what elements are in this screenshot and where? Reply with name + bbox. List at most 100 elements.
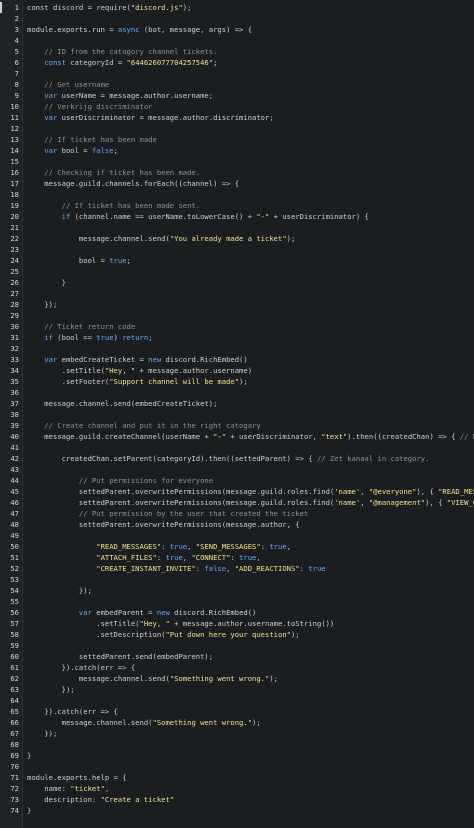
code-line[interactable]: "ATTACH_FILES": true, "CONNECT": true, [27, 552, 474, 563]
code-line[interactable] [27, 68, 474, 79]
code-line[interactable]: // Create channel and put it in the righ… [27, 420, 474, 431]
code-line[interactable] [27, 288, 474, 299]
code-line[interactable] [27, 409, 474, 420]
code-line[interactable]: const discord = require("discord.js"); [27, 2, 474, 13]
line-number: 19 [10, 201, 19, 210]
line-number: 29 [10, 311, 19, 320]
code-token: // Zet kanaal in category. [316, 454, 430, 463]
code-line[interactable] [27, 310, 474, 321]
code-line[interactable] [27, 266, 474, 277]
code-line[interactable] [27, 695, 474, 706]
code-line[interactable]: }); [27, 585, 474, 596]
code-token: message.channel.send( [27, 234, 170, 243]
line-number: 17 [10, 179, 19, 188]
code-line[interactable]: }).catch(err => { [27, 706, 474, 717]
code-line[interactable]: }); [27, 684, 474, 695]
line-number: 56 [10, 608, 19, 617]
code-line[interactable]: name: "ticket", [27, 783, 474, 794]
code-line[interactable]: const categoryId = "644626077704257546"; [27, 57, 474, 68]
code-line[interactable] [27, 13, 474, 24]
code-line[interactable] [27, 222, 474, 233]
code-editor[interactable]: 1 2 3 4 5 6 7 8 9 10 11 12 13 14 15 16 17 18 19 20 21 22 23 24 2… [0, 0, 474, 828]
code-line[interactable]: // Get username [27, 79, 474, 90]
code-line[interactable]: if (channel.name == userName.toLowerCase… [27, 211, 474, 222]
code-line[interactable]: }).catch(err => { [27, 662, 474, 673]
code-line[interactable]: if (bool == true) return; [27, 332, 474, 343]
code-line[interactable] [27, 640, 474, 651]
code-line[interactable]: description: "Create a ticket" [27, 794, 474, 805]
code-line[interactable] [27, 123, 474, 134]
code-line[interactable]: "CREATE_INSTANT_INVITE": false, "ADD_REA… [27, 563, 474, 574]
code-line[interactable]: message.channel.send("Something went wro… [27, 717, 474, 728]
code-line[interactable] [27, 244, 474, 255]
code-line[interactable]: } [27, 277, 474, 288]
code-line[interactable] [27, 739, 474, 750]
code-line[interactable]: settedParent.send(embedParent); [27, 651, 474, 662]
code-line[interactable]: var userDiscriminator = message.author.d… [27, 112, 474, 123]
code-line[interactable] [27, 596, 474, 607]
code-line[interactable]: message.channel.send("You already made a… [27, 233, 474, 244]
code-line[interactable] [27, 343, 474, 354]
code-line[interactable] [27, 442, 474, 453]
code-line[interactable]: // If ticket has been made [27, 134, 474, 145]
code-line[interactable]: settedParent.overwritePermissions(messag… [27, 486, 474, 497]
code-line[interactable]: .setDescription("Put down here your ques… [27, 629, 474, 640]
code-line[interactable] [27, 530, 474, 541]
code-line[interactable] [27, 387, 474, 398]
code-token: // Ticket return code [27, 322, 136, 331]
code-line[interactable]: // Verkrijg discriminator [27, 101, 474, 112]
code-token: var [27, 91, 58, 100]
code-token: if [27, 212, 71, 221]
code-token: // Put permission by the user that creat… [27, 509, 309, 518]
code-line[interactable]: message.guild.createChannel(userName + "… [27, 431, 474, 442]
code-line[interactable] [27, 464, 474, 475]
code-token: ), { [425, 498, 447, 507]
code-line[interactable] [27, 761, 474, 772]
code-line[interactable]: module.exports.help = { [27, 772, 474, 783]
code-line[interactable]: var embedCreateTicket = new discord.Rich… [27, 354, 474, 365]
line-number: 36 [10, 388, 19, 397]
code-line[interactable]: message.guild.channels.forEach((channel)… [27, 178, 474, 189]
code-line[interactable] [27, 574, 474, 585]
code-line[interactable]: } [27, 750, 474, 761]
code-token: new [148, 355, 162, 364]
line-number: 27 [10, 289, 19, 298]
code-line[interactable]: var bool = false; [27, 145, 474, 156]
code-line[interactable]: // Ticket return code [27, 321, 474, 332]
code-line[interactable]: // Put permission by the user that creat… [27, 508, 474, 519]
code-line[interactable]: } [27, 805, 474, 816]
code-line[interactable]: settedParent.overwritePermissions(messag… [27, 519, 474, 530]
code-line[interactable]: .setFooter("Support channel will be made… [27, 376, 474, 387]
code-line[interactable]: message.channel.send("Something went wro… [27, 673, 474, 684]
code-line[interactable]: // Put permissions for everyone [27, 475, 474, 486]
line-number: 69 [10, 751, 19, 760]
code-line[interactable]: .setTitle("Hey, " + message.author.usern… [27, 365, 474, 376]
line-number-gutter: 1 2 3 4 5 6 7 8 9 10 11 12 13 14 15 16 17 18 19 20 21 22 23 24 2… [0, 0, 23, 828]
line-number: 54 [10, 586, 19, 595]
code-line[interactable]: }); [27, 299, 474, 310]
code-line[interactable]: createdChan.setParent(categoryId).then((… [27, 453, 474, 464]
code-line[interactable] [27, 189, 474, 200]
code-line[interactable] [27, 156, 474, 167]
code-line[interactable]: module.exports.run = async (bot, message… [27, 24, 474, 35]
code-line[interactable]: "READ_MESSAGES": true, "SEND_MESSAGES": … [27, 541, 474, 552]
code-line[interactable]: message.channel.send(embedCreateTicket); [27, 398, 474, 409]
code-token: + message.author.username) [135, 366, 253, 375]
code-area[interactable]: const discord = require("discord.js"); m… [23, 0, 474, 828]
code-token: "ADD_REACTIONS" [234, 564, 300, 573]
code-line[interactable]: // Checking if ticket has been made. [27, 167, 474, 178]
code-token: "-" [256, 212, 270, 221]
code-line[interactable]: bool = true; [27, 255, 474, 266]
line-number: 16 [10, 168, 19, 177]
code-line[interactable]: // ID from the catogory channel tickets. [27, 46, 474, 57]
code-line[interactable]: .setTitle("Hey, " + message.author.usern… [27, 618, 474, 629]
code-token: "Hey, " [139, 619, 170, 628]
code-token: , [104, 784, 110, 793]
code-line[interactable]: }); [27, 728, 474, 739]
code-line[interactable]: // If ticket has been made sent. [27, 200, 474, 211]
code-line[interactable]: var userName = message.author.username; [27, 90, 474, 101]
code-line[interactable]: settedParent.overwritePermissions(messag… [27, 497, 474, 508]
code-token: ); [239, 377, 248, 386]
code-line[interactable]: var embedParent = new discord.RichEmbed(… [27, 607, 474, 618]
code-line[interactable] [27, 35, 474, 46]
